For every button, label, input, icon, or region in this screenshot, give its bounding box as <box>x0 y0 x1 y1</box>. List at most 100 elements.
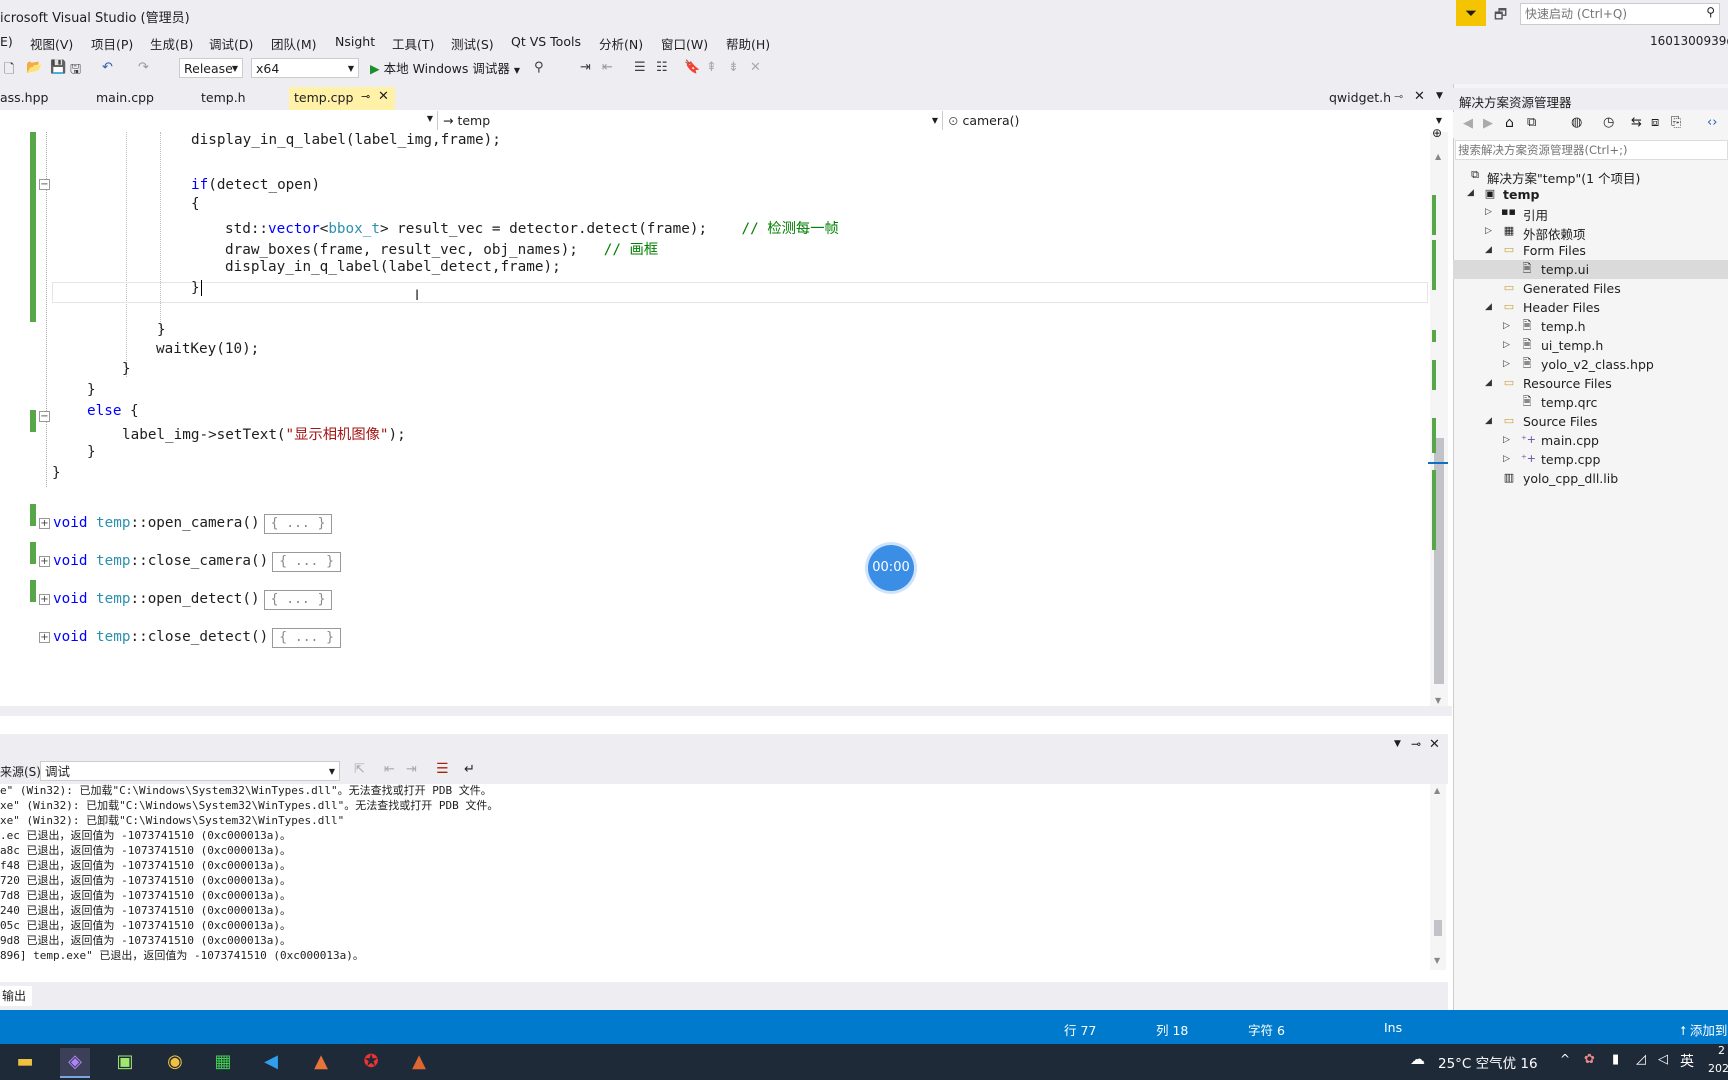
home-icon[interactable]: ⌂ <box>1505 115 1514 131</box>
expanded-icon[interactable]: ◢ <box>1485 245 1492 255</box>
clear-bookmark-icon[interactable]: ✕ <box>750 60 761 75</box>
tree-item-yolo-hpp[interactable]: yolo_v2_class.hpp <box>1541 357 1654 372</box>
tree-item-source-files[interactable]: Source Files <box>1523 414 1597 429</box>
close-icon[interactable]: ✕ <box>378 89 389 104</box>
collapsed-icon[interactable]: ▷ <box>1503 359 1510 369</box>
next-message-icon[interactable]: ⇥ <box>406 762 417 777</box>
chevron-down-icon[interactable]: ▼ <box>1394 739 1401 749</box>
collapsed-block[interactable]: { ... } <box>263 514 333 534</box>
quick-launch-input[interactable] <box>1523 4 1697 24</box>
tray-app-icon[interactable]: ✿ <box>1584 1052 1595 1067</box>
scroll-up-icon[interactable]: ▲ <box>1435 152 1441 161</box>
collapsed-icon[interactable]: ▷ <box>1503 340 1510 350</box>
collapsed-icon[interactable]: ▷ <box>1503 454 1510 464</box>
tree-item-generated-files[interactable]: Generated Files <box>1523 281 1621 296</box>
expanded-icon[interactable]: ◢ <box>1485 302 1492 312</box>
tab-ass-hpp[interactable]: ass.hpp <box>0 90 48 105</box>
recording-timer[interactable]: 00:00 <box>868 545 914 591</box>
collapsed-icon[interactable]: ▷ <box>1503 321 1510 331</box>
tab-temp-h[interactable]: temp.h <box>201 90 246 105</box>
fold-toggle[interactable]: + <box>39 556 50 567</box>
tree-item-header-files[interactable]: Header Files <box>1523 300 1600 315</box>
collapsed-block[interactable]: { ... } <box>263 590 333 610</box>
weather-text[interactable]: 25°C 空气优 16 <box>1438 1052 1538 1072</box>
back-icon[interactable]: ◀ <box>1463 116 1473 131</box>
forward-icon[interactable]: ▶ <box>1483 116 1493 131</box>
prev-bookmark-icon[interactable]: ⇞ <box>706 60 717 75</box>
file-explorer-icon[interactable]: ▬ <box>10 1048 40 1076</box>
clear-all-icon[interactable]: ☰ <box>436 761 449 777</box>
tree-item-project[interactable]: temp <box>1503 187 1539 202</box>
expanded-icon[interactable]: ◢ <box>1467 188 1474 198</box>
menu-view[interactable]: 视图(V) <box>30 34 73 53</box>
pycharm-icon[interactable]: ▣ <box>110 1048 140 1076</box>
add-to-source-control[interactable]: ⭡ 添加到 <box>1680 1020 1727 1039</box>
menu-team[interactable]: 团队(M) <box>271 34 317 53</box>
tree-item-external-deps[interactable]: 外部依赖项 <box>1523 224 1586 243</box>
menu-nsight[interactable]: Nsight <box>335 34 375 49</box>
fold-toggle[interactable]: + <box>39 594 50 605</box>
next-bookmark-icon[interactable]: ⇟ <box>728 60 739 75</box>
sync-icon[interactable]: ⇆ <box>1631 115 1642 130</box>
collapsed-icon[interactable]: ▷ <box>1485 207 1492 217</box>
step-over-icon[interactable]: ⇤ <box>602 60 613 75</box>
expanded-icon[interactable]: ◢ <box>1485 416 1492 426</box>
scrollbar-thumb[interactable] <box>1434 920 1442 936</box>
code-editor[interactable]: − − + + + + display_in_q_label(label_img… <box>0 132 1452 706</box>
visual-studio-icon[interactable]: ◈ <box>60 1048 90 1078</box>
scroll-down-icon[interactable]: ▼ <box>1434 956 1440 965</box>
find-icon[interactable]: ⚲ <box>534 60 544 75</box>
status-char[interactable]: 字符 6 <box>1248 1020 1285 1039</box>
platform-select[interactable]: x64 ▼ <box>251 58 359 78</box>
solution-search-input[interactable] <box>1456 141 1720 159</box>
close-icon[interactable]: ✕ <box>1414 89 1425 104</box>
collapse-all-icon[interactable]: ⧈ <box>1651 115 1659 130</box>
step-icon[interactable]: ⇥ <box>580 60 591 75</box>
solution-search-box[interactable] <box>1455 140 1728 160</box>
function-open-camera[interactable]: void temp::open_camera(){ ... } <box>53 514 333 534</box>
menu-tools[interactable]: 工具(T) <box>392 34 434 53</box>
chrome-icon[interactable]: ◉ <box>160 1048 190 1076</box>
clock-time[interactable]: 2 <box>1718 1044 1725 1057</box>
tray-chevron-icon[interactable]: ^ <box>1560 1052 1570 1066</box>
fold-toggle[interactable]: − <box>39 411 50 422</box>
collapsed-icon[interactable]: ▷ <box>1485 226 1492 236</box>
tree-item-temp-h[interactable]: temp.h <box>1541 319 1586 334</box>
tree-item-solution[interactable]: 解决方案"temp"(1 个项目) <box>1487 168 1640 187</box>
function-close-detect[interactable]: void temp::close_detect(){ ... } <box>53 628 342 648</box>
app-icon[interactable]: ✪ <box>356 1048 386 1076</box>
feedback-icon[interactable]: 🗗 <box>1494 4 1507 28</box>
vscode-icon[interactable]: ◀ <box>256 1048 286 1076</box>
undo-icon[interactable]: ↶ <box>102 60 113 75</box>
tree-item-ui-temp-h[interactable]: ui_temp.h <box>1541 338 1603 353</box>
tab-qwidget-h[interactable]: qwidget.h <box>1329 90 1391 105</box>
chevron-down-icon[interactable]: ▼ <box>1436 91 1443 101</box>
tree-item-resource-files[interactable]: Resource Files <box>1523 376 1612 391</box>
open-folder-icon[interactable]: 📂 <box>26 60 42 75</box>
switch-view-icon[interactable]: ⧉ <box>1527 115 1536 130</box>
collapsed-icon[interactable]: ▷ <box>1503 435 1510 445</box>
show-all-files-icon[interactable]: ⎘ <box>1671 115 1681 130</box>
collapsed-block[interactable]: { ... } <box>272 628 342 648</box>
network-icon[interactable]: ◿ <box>1636 1052 1646 1067</box>
user-account[interactable]: 1601300939@ <box>1650 34 1728 48</box>
status-column[interactable]: 列 18 <box>1156 1020 1188 1039</box>
close-icon[interactable]: ✕ <box>1429 737 1440 752</box>
status-line[interactable]: 行 77 <box>1064 1020 1096 1039</box>
menu-window[interactable]: 窗口(W) <box>661 34 708 53</box>
scroll-up-icon[interactable]: ▲ <box>1434 786 1440 795</box>
qt-creator-icon[interactable]: ▦ <box>208 1048 238 1076</box>
redo-icon[interactable]: ↷ <box>138 60 149 75</box>
scroll-down-icon[interactable]: ▼ <box>1435 696 1441 705</box>
uncomment-icon[interactable]: ☷ <box>656 60 668 75</box>
tree-item-temp-qrc[interactable]: temp.qrc <box>1541 395 1597 410</box>
microphone-icon[interactable]: ▮ <box>1612 1052 1619 1067</box>
output-scrollbar[interactable]: ▲ ▼ <box>1430 784 1446 970</box>
tab-main-cpp[interactable]: main.cpp <box>96 90 154 105</box>
globe-icon[interactable]: ◍ <box>1571 115 1582 130</box>
split-icon[interactable]: ⊕ <box>1432 126 1442 140</box>
function-close-camera[interactable]: void temp::close_camera(){ ... } <box>53 552 342 572</box>
word-wrap-icon[interactable]: ↵ <box>464 762 475 777</box>
comment-icon[interactable]: ☰ <box>634 60 646 75</box>
function-open-detect[interactable]: void temp::open_detect(){ ... } <box>53 590 333 610</box>
